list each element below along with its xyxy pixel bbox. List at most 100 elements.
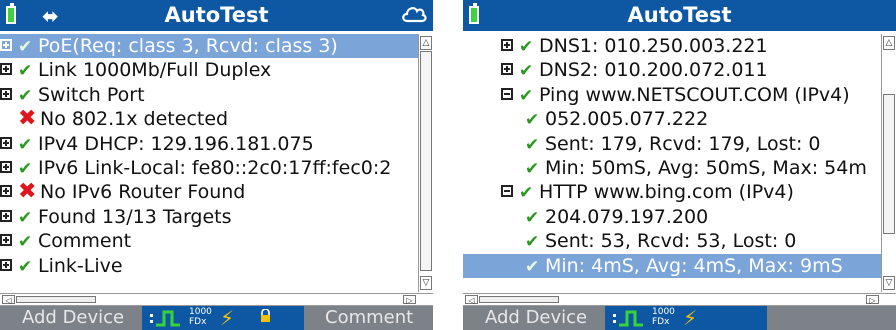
row-label: No 802.1x detected [40, 108, 229, 131]
row-label: IPv6 Link-Local: fe80::2c0:17ff:fec0:2 [38, 156, 392, 179]
expand-icon[interactable] [0, 185, 12, 198]
scroll-up-icon[interactable]: △ [883, 36, 895, 50]
collapse-icon[interactable] [501, 87, 513, 100]
result-row-ping-ip[interactable]: ✔ 052.005.077.222 [463, 107, 881, 131]
scroll-thumb[interactable] [479, 296, 559, 303]
checkmark-icon: ✔ [18, 158, 33, 179]
lock-icon [261, 309, 270, 322]
expand-icon[interactable] [501, 63, 513, 76]
scroll-down-icon[interactable]: ▽ [883, 276, 895, 290]
result-row-ping-timing[interactable]: ✔ Min: 50mS, Avg: 50mS, Max: 54m [463, 156, 881, 180]
link-speed: 1000 FDx [652, 307, 675, 327]
checkmark-icon: ✔ [519, 183, 534, 204]
result-row-http-ip[interactable]: ✔ 204.079.197.200 [463, 205, 881, 229]
row-label: IPv4 DHCP: 129.196.181.075 [38, 132, 314, 155]
checkmark-icon: ✔ [525, 256, 540, 277]
link-pulse-icon [613, 310, 643, 327]
expand-icon[interactable] [0, 87, 12, 100]
expand-icon[interactable] [0, 39, 12, 51]
scroll-thumb[interactable] [16, 296, 96, 303]
right-autotest-screen: AutoTest ✔ DNS1: 010.250.003.221 ✔ DNS2: 0… [463, 0, 896, 330]
result-row-comment[interactable]: ✔ Comment [0, 229, 418, 253]
result-row-switch-port[interactable]: ✔ Switch Port [0, 83, 418, 107]
bottom-bar: Add Device 1000 FDx ⚡ [463, 306, 896, 330]
expand-icon[interactable] [0, 234, 12, 247]
row-label: Min: 4mS, Avg: 4mS, Max: 9mS [545, 254, 843, 277]
scroll-left-icon[interactable]: ◁ [2, 295, 15, 305]
cloud-icon[interactable] [401, 2, 427, 26]
expand-icon[interactable] [0, 258, 12, 271]
checkmark-icon: ✔ [525, 232, 540, 253]
expand-icon[interactable] [0, 160, 12, 173]
result-row-ping[interactable]: ✔ Ping www.NETSCOUT.COM (IPv4) [463, 83, 881, 107]
result-row-poe[interactable]: ✔ PoE(Req: class 3, Rcvd: class 3) [0, 34, 418, 59]
scroll-right-icon[interactable]: ▷ [403, 295, 416, 305]
add-device-button[interactable]: Add Device [22, 306, 124, 330]
row-label: Link-Live [38, 254, 123, 277]
row-label: Sent: 179, Rcvd: 179, Lost: 0 [545, 132, 821, 155]
result-row-link[interactable]: ✔ Link 1000Mb/Full Duplex [0, 58, 418, 82]
scroll-up-icon[interactable]: △ [420, 36, 432, 50]
row-label: Sent: 53, Rcvd: 53, Lost: 0 [545, 230, 797, 253]
scroll-left-icon[interactable]: ◁ [465, 295, 478, 305]
expand-icon[interactable] [501, 39, 513, 51]
checkmark-icon: ✔ [18, 207, 33, 228]
result-row-ipv4[interactable]: ✔ IPv4 DHCP: 129.196.181.075 [0, 132, 418, 156]
bottom-bar: Add Device 1000 FDx ⚡ Comment [0, 306, 433, 330]
row-label: Ping www.NETSCOUT.COM (IPv4) [539, 83, 850, 106]
row-label: 204.079.197.200 [545, 205, 709, 228]
result-row-dns1[interactable]: ✔ DNS1: 010.250.003.221 [463, 34, 881, 58]
link-pulse-icon [150, 310, 180, 327]
result-row-http-timing[interactable]: ✔ Min: 4mS, Avg: 4mS, Max: 9mS [463, 253, 881, 278]
horizontal-scrollbar[interactable]: ◁ ▷ [463, 293, 896, 306]
left-autotest-screen: ⬌ AutoTest ✔ PoE(Req: class 3, Rcvd: clas… [0, 0, 433, 330]
row-label: 052.005.077.222 [545, 108, 709, 131]
checkmark-icon: ✔ [18, 37, 33, 57]
checkmark-icon: ✔ [519, 37, 534, 57]
checkmark-icon: ✔ [18, 61, 33, 82]
result-row-ping-sent[interactable]: ✔ Sent: 179, Rcvd: 179, Lost: 0 [463, 132, 881, 156]
checkmark-icon: ✔ [525, 207, 540, 228]
checkmark-icon: ✔ [519, 61, 534, 82]
lightning-icon: ⚡ [220, 306, 235, 330]
result-row-8021x[interactable]: ✖ No 802.1x detected [0, 107, 418, 131]
result-row-targets[interactable]: ✔ Found 13/13 Targets [0, 205, 418, 229]
x-icon: ✖ [18, 107, 37, 132]
scroll-down-icon[interactable]: ▽ [420, 276, 432, 290]
result-row-http[interactable]: ✔ HTTP www.bing.com (IPv4) [463, 180, 881, 204]
comment-button[interactable]: Comment [325, 306, 413, 330]
checkmark-icon: ✔ [18, 134, 33, 155]
scroll-thumb[interactable] [883, 94, 895, 234]
row-label: DNS2: 010.200.072.011 [539, 59, 768, 82]
page-title: AutoTest [627, 3, 732, 27]
title-bar: ⬌ AutoTest [0, 0, 433, 31]
scroll-right-icon[interactable]: ▷ [866, 295, 879, 305]
row-label: Min: 50mS, Avg: 50mS, Max: 54m [545, 156, 867, 179]
collapse-icon[interactable] [501, 185, 513, 198]
checkmark-icon: ✔ [18, 256, 33, 277]
page-title: AutoTest [164, 3, 269, 27]
title-bar: AutoTest [463, 0, 896, 31]
lightning-icon: ⚡ [683, 306, 698, 330]
expand-icon[interactable] [0, 63, 12, 76]
result-row-ipv6-router[interactable]: ✖ No IPv6 Router Found [0, 180, 418, 204]
row-label: Found 13/13 Targets [38, 205, 232, 228]
add-device-button[interactable]: Add Device [485, 306, 587, 330]
horizontal-scrollbar[interactable]: ◁ ▷ [0, 293, 433, 306]
link-status: 1000 FDx ⚡ [142, 306, 304, 330]
link-status: 1000 FDx ⚡ [605, 306, 767, 330]
result-row-ipv6[interactable]: ✔ IPv6 Link-Local: fe80::2c0:17ff:fec0:2 [0, 156, 418, 180]
result-row-dns2[interactable]: ✔ DNS2: 010.200.072.011 [463, 58, 881, 82]
expand-icon[interactable] [0, 136, 12, 149]
checkmark-icon: ✔ [18, 232, 33, 253]
result-row-link-live[interactable]: ✔ Link-Live [0, 254, 418, 278]
result-row-http-sent[interactable]: ✔ Sent: 53, Rcvd: 53, Lost: 0 [463, 229, 881, 253]
vertical-scrollbar[interactable]: △ ▽ [418, 34, 433, 292]
expand-icon[interactable] [0, 209, 12, 222]
row-label: PoE(Req: class 3, Rcvd: class 3) [38, 35, 338, 57]
vertical-scrollbar[interactable]: △ ▽ [881, 34, 896, 292]
scroll-thumb[interactable] [420, 51, 432, 271]
row-label: HTTP www.bing.com (IPv4) [539, 181, 794, 204]
checkmark-icon: ✔ [519, 85, 534, 106]
x-icon: ✖ [18, 180, 37, 205]
